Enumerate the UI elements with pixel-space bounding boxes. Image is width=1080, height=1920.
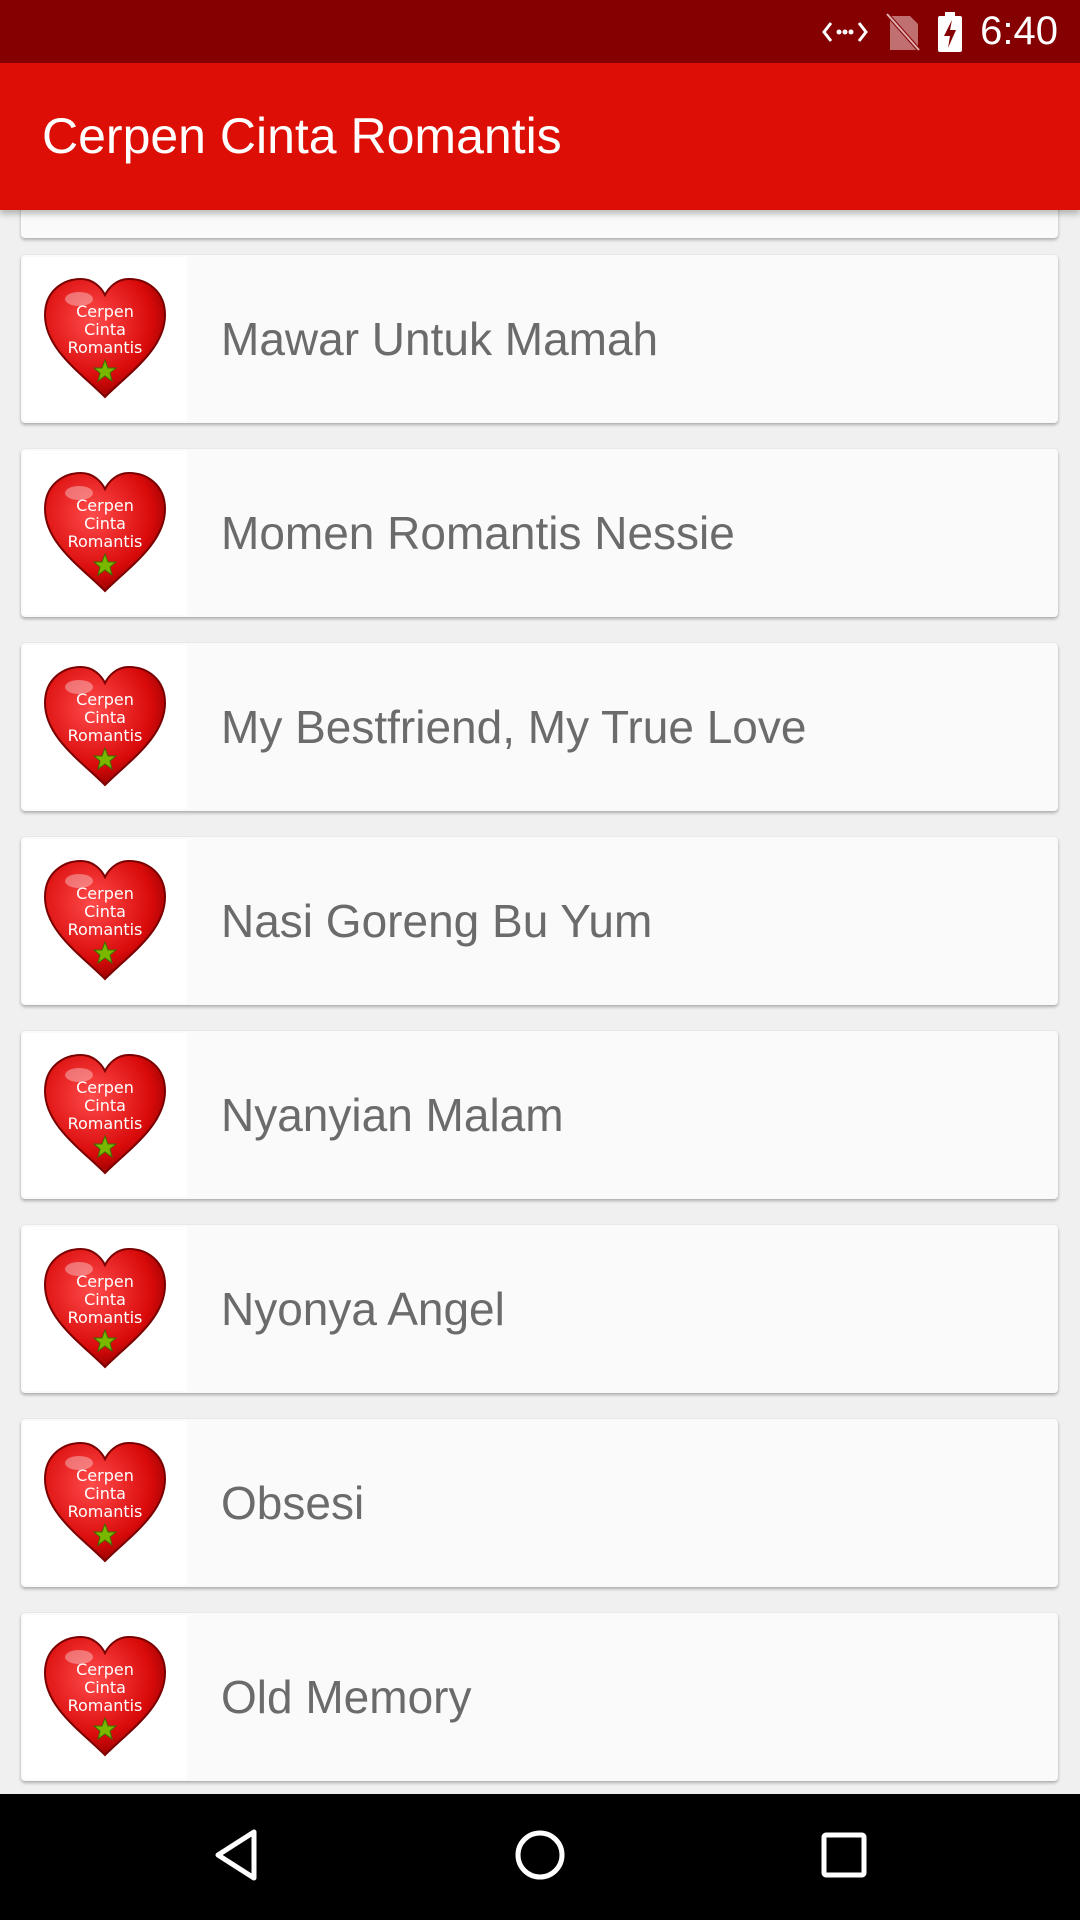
battery-charging-icon xyxy=(938,11,963,52)
list-item[interactable]: Cerpen Cinta Romantis My Bestfriend, My Tru… xyxy=(21,643,1058,811)
status-bar: 6:40 xyxy=(0,0,1080,63)
heart-logo-icon: CerpenCintaRomantis xyxy=(43,665,167,787)
logo-text-line: Cerpen xyxy=(76,884,134,903)
story-list[interactable]: Cerpen Cinta Romantis Mawar Untuk Mamah Cerp… xyxy=(0,210,1080,1794)
back-icon xyxy=(212,1828,260,1886)
status-time: 6:40 xyxy=(980,9,1058,53)
heart-logo-icon: CerpenCintaRomantis xyxy=(43,277,167,399)
app-title: Cerpen Cinta Romantis xyxy=(42,108,562,164)
heart-logo-icon: CerpenCintaRomantis xyxy=(43,1635,167,1757)
story-title: Nasi Goreng Bu Yum xyxy=(221,895,653,947)
logo-text-line: Cinta xyxy=(84,1678,126,1697)
story-thumbnail: Cerpen Cinta Romantis xyxy=(23,451,187,615)
story-title: Nyanyian Malam xyxy=(221,1089,564,1141)
list-item[interactable]: Cerpen Cinta Romantis Mawar Untuk Mamah xyxy=(21,255,1058,423)
story-thumbnail: Cerpen Cinta Romantis xyxy=(23,1227,187,1391)
story-title: Obsesi xyxy=(221,1477,365,1529)
home-icon xyxy=(513,1828,567,1886)
logo-text-line: Cinta xyxy=(84,1484,126,1503)
heart-logo-icon: CerpenCintaRomantis xyxy=(43,859,167,981)
heart-logo-icon: CerpenCintaRomantis xyxy=(43,471,167,593)
logo-text-line: Romantis xyxy=(68,1114,143,1133)
story-thumbnail: Cerpen Cinta Romantis xyxy=(23,1033,187,1197)
logo-text-line: Cinta xyxy=(84,1290,126,1309)
heart-logo-icon: CerpenCintaRomantis xyxy=(43,1247,167,1369)
app-bar: Cerpen Cinta Romantis xyxy=(0,63,1080,210)
story-title: My Bestfriend, My True Love xyxy=(221,701,807,753)
home-button[interactable] xyxy=(480,1794,600,1920)
logo-text-line: Romantis xyxy=(68,726,143,745)
list-item[interactable]: Cerpen Cinta Romantis Nyonya Angel xyxy=(21,1225,1058,1393)
story-thumbnail: Cerpen Cinta Romantis xyxy=(23,645,187,809)
story-thumbnail: Cerpen Cinta Romantis xyxy=(23,257,187,421)
logo-text-line: Cerpen xyxy=(76,302,134,321)
logo-text-line: Cerpen xyxy=(76,690,134,709)
logo-text-line: Romantis xyxy=(68,1308,143,1327)
recents-button[interactable] xyxy=(784,1794,904,1920)
story-thumbnail: Cerpen Cinta Romantis xyxy=(23,1421,187,1585)
logo-text-line: Romantis xyxy=(68,920,143,939)
logo-text-line: Cerpen xyxy=(76,1272,134,1291)
logo-text-line: Cerpen xyxy=(76,1660,134,1679)
story-title: Nyonya Angel xyxy=(221,1283,505,1335)
logo-text-line: Romantis xyxy=(68,532,143,551)
logo-text-line: Cinta xyxy=(84,902,126,921)
story-title: Mawar Untuk Mamah xyxy=(221,313,659,365)
story-title: Old Memory xyxy=(221,1671,472,1723)
list-item[interactable]: Cerpen Cinta Romantis Nasi Goreng Bu Yum xyxy=(21,837,1058,1005)
logo-text-line: Cinta xyxy=(84,708,126,727)
logo-text-line: Romantis xyxy=(68,338,143,357)
navigation-bar xyxy=(0,1794,1080,1920)
heart-logo-icon: CerpenCintaRomantis xyxy=(43,1053,167,1175)
no-sim-icon xyxy=(886,12,921,52)
list-item-partial[interactable] xyxy=(21,210,1058,238)
logo-text-line: Cinta xyxy=(84,1096,126,1115)
logo-text-line: Cerpen xyxy=(76,496,134,515)
story-thumbnail: Cerpen Cinta Romantis xyxy=(23,1615,187,1779)
list-item[interactable]: Cerpen Cinta Romantis Old Memory xyxy=(21,1613,1058,1781)
data-transfer-icon xyxy=(822,17,869,47)
list-item[interactable]: Cerpen Cinta Romantis Momen Romantis Nessie xyxy=(21,449,1058,617)
heart-logo-icon: CerpenCintaRomantis xyxy=(43,1441,167,1563)
logo-text-line: Cinta xyxy=(84,514,126,533)
logo-text-line: Romantis xyxy=(68,1696,143,1715)
story-title: Momen Romantis Nessie xyxy=(221,507,735,559)
logo-text-line: Cerpen xyxy=(76,1466,134,1485)
logo-text-line: Romantis xyxy=(68,1502,143,1521)
list-item[interactable]: Cerpen Cinta Romantis Obsesi xyxy=(21,1419,1058,1587)
logo-text-line: Cerpen xyxy=(76,1078,134,1097)
recents-icon xyxy=(820,1831,868,1883)
story-thumbnail: Cerpen Cinta Romantis xyxy=(23,839,187,1003)
back-button[interactable] xyxy=(176,1794,296,1920)
logo-text-line: Cinta xyxy=(84,320,126,339)
list-item[interactable]: Cerpen Cinta Romantis Nyanyian Malam xyxy=(21,1031,1058,1199)
